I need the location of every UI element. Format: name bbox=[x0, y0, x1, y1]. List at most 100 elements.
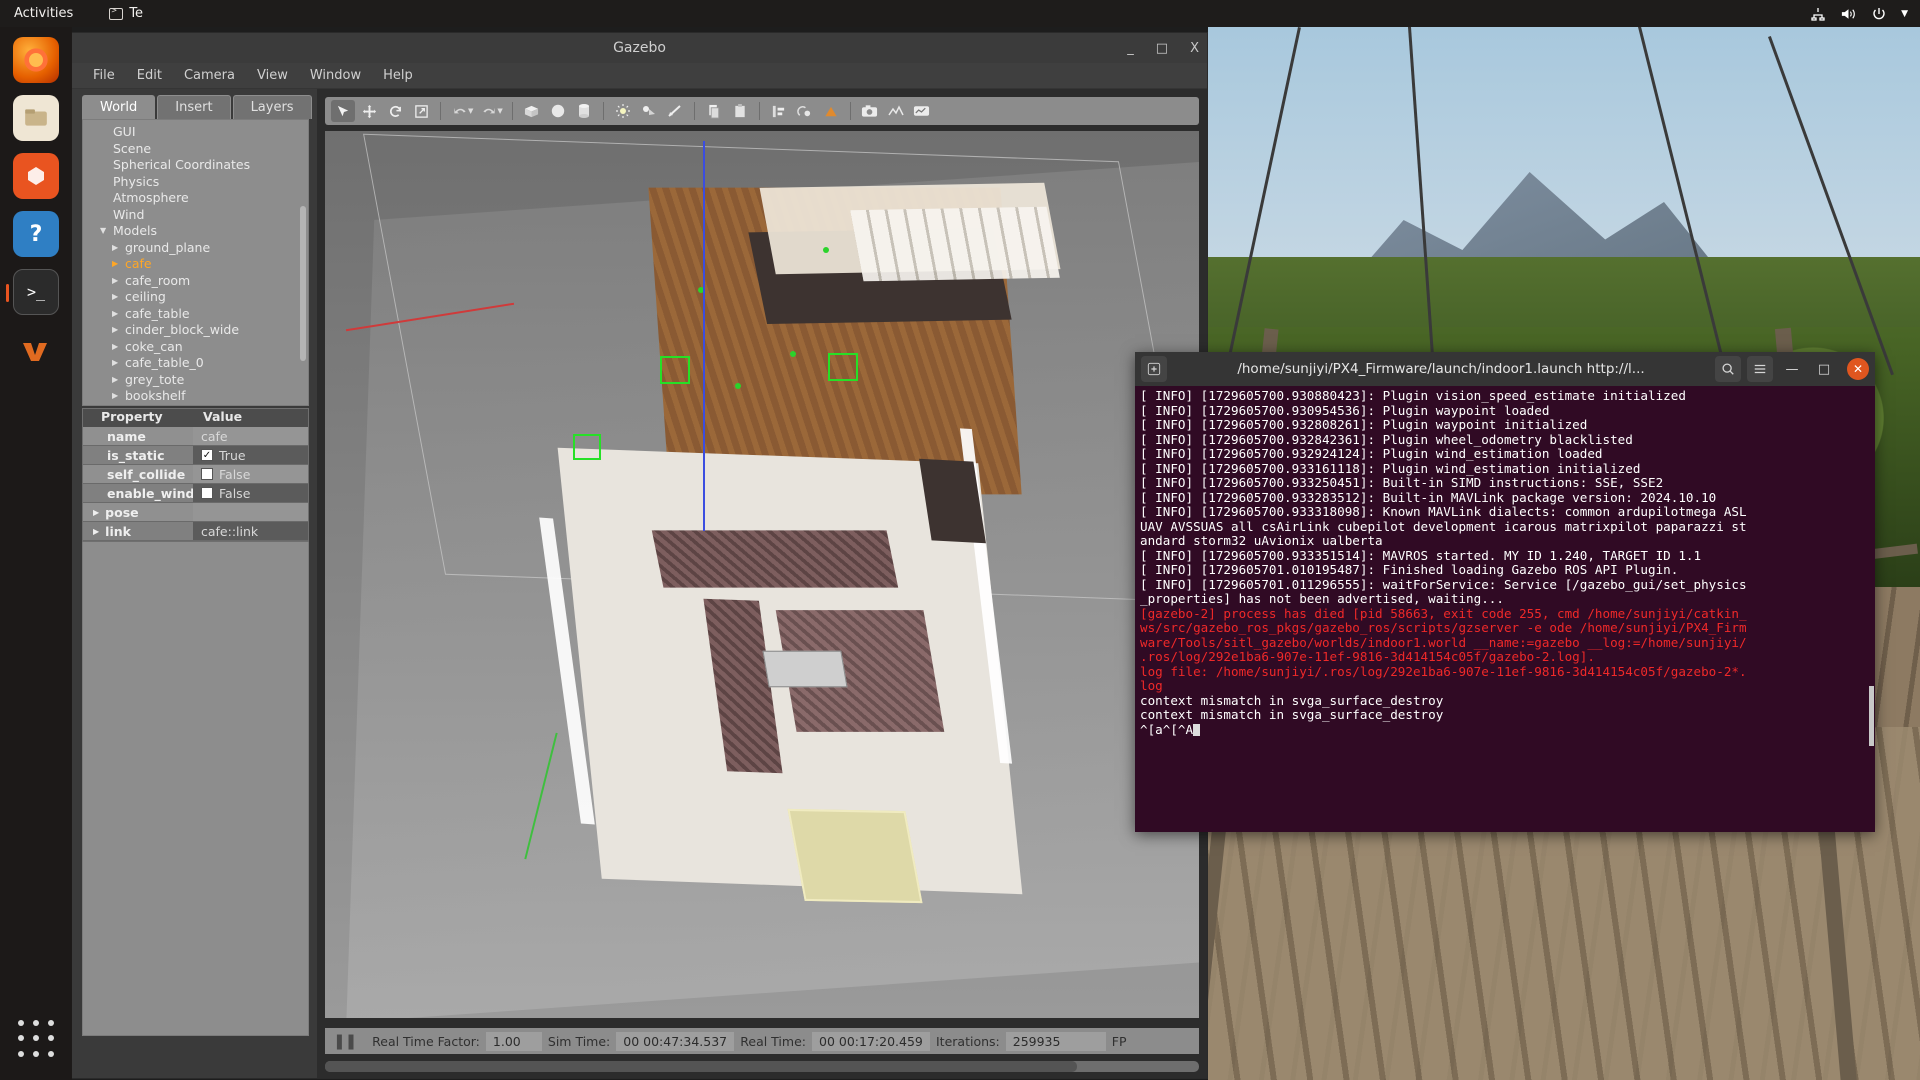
screenshot-icon[interactable] bbox=[858, 100, 882, 122]
chevron-right-icon[interactable]: ▶ bbox=[112, 306, 122, 323]
chevron-down-icon[interactable]: ▼ bbox=[468, 107, 473, 115]
chevron-right-icon[interactable]: ▶ bbox=[93, 527, 99, 536]
plot-icon[interactable] bbox=[910, 100, 934, 122]
property-value[interactable]: cafe bbox=[193, 427, 308, 445]
box-icon[interactable] bbox=[520, 100, 544, 122]
tree-item[interactable]: Spherical Coordinates bbox=[83, 157, 308, 174]
property-value[interactable]: cafe::link bbox=[193, 522, 308, 540]
tab-insert[interactable]: Insert bbox=[157, 95, 231, 119]
align-icon[interactable] bbox=[767, 100, 791, 122]
gazebo-close-button[interactable]: X bbox=[1190, 41, 1199, 56]
property-key[interactable]: ▶ link bbox=[83, 522, 193, 540]
chevron-right-icon[interactable]: ▶ bbox=[112, 256, 122, 273]
table-row[interactable]: enable_wind False bbox=[83, 484, 308, 503]
sphere-icon[interactable] bbox=[546, 100, 570, 122]
tree-item[interactable]: ▶ cafe_room bbox=[83, 273, 308, 290]
terminal-minimize-button[interactable]: — bbox=[1779, 356, 1805, 382]
tab-world[interactable]: World bbox=[82, 95, 156, 119]
menu-edit[interactable]: Edit bbox=[126, 66, 173, 85]
tree-item[interactable]: ▶ ground_plane bbox=[83, 240, 308, 257]
change-view-icon[interactable] bbox=[819, 100, 843, 122]
checkbox-checked[interactable]: ✓ bbox=[201, 449, 213, 461]
menu-help[interactable]: Help bbox=[372, 66, 424, 85]
world-tree[interactable]: GUI Scene Spherical Coordinates Physics … bbox=[82, 119, 309, 406]
dock-item-help[interactable]: ? bbox=[13, 211, 59, 257]
terminal-close-button[interactable]: ✕ bbox=[1847, 358, 1869, 380]
chevron-down-icon[interactable]: ▼ bbox=[1901, 9, 1908, 19]
focused-app-indicator[interactable]: Te bbox=[109, 6, 143, 21]
terminal-output[interactable]: [ INFO] [1729605700.930880423]: Plugin v… bbox=[1135, 386, 1875, 832]
tree-item[interactable]: ▶ cinder_block_wide bbox=[83, 322, 308, 339]
tree-item[interactable]: ▶ bookshelf bbox=[83, 388, 308, 405]
rotate-icon[interactable] bbox=[383, 100, 407, 122]
activities-button[interactable]: Activities bbox=[0, 6, 87, 21]
chevron-down-icon[interactable]: ▼ bbox=[100, 223, 110, 240]
snap-icon[interactable] bbox=[793, 100, 817, 122]
tree-item[interactable]: ▶ cafe_table_0 bbox=[83, 355, 308, 372]
spot-light-icon[interactable] bbox=[637, 100, 661, 122]
gazebo-horizontal-scrollbar[interactable] bbox=[325, 1061, 1199, 1072]
chevron-right-icon[interactable]: ▶ bbox=[93, 508, 99, 517]
property-key[interactable]: ▶ pose bbox=[83, 503, 193, 521]
chevron-right-icon[interactable]: ▶ bbox=[112, 322, 122, 339]
gazebo-maximize-button[interactable]: □ bbox=[1156, 41, 1168, 56]
tree-item[interactable]: GUI bbox=[83, 124, 308, 141]
property-value[interactable] bbox=[193, 503, 308, 521]
chevron-down-icon[interactable]: ▼ bbox=[497, 107, 502, 115]
copy-icon[interactable] bbox=[702, 100, 726, 122]
table-row[interactable]: is_static ✓ True bbox=[83, 446, 308, 465]
menu-file[interactable]: File bbox=[82, 66, 126, 85]
property-value[interactable]: False bbox=[193, 484, 308, 502]
gnome-system-indicators[interactable]: ▼ bbox=[1810, 6, 1920, 22]
tree-item[interactable]: ▶ ceiling bbox=[83, 289, 308, 306]
tree-item[interactable]: Atmosphere bbox=[83, 190, 308, 207]
select-icon[interactable] bbox=[331, 100, 355, 122]
terminal-maximize-button[interactable]: □ bbox=[1811, 356, 1837, 382]
chevron-right-icon[interactable]: ▶ bbox=[112, 240, 122, 257]
pause-icon[interactable]: ❚❚ bbox=[333, 1032, 357, 1050]
new-tab-icon[interactable] bbox=[1141, 356, 1167, 382]
table-row[interactable]: name cafe bbox=[83, 427, 308, 446]
show-applications-button[interactable] bbox=[15, 1020, 57, 1062]
dock-item-vmware[interactable] bbox=[13, 327, 59, 373]
tree-item[interactable]: ▶ coke_can bbox=[83, 339, 308, 356]
point-light-icon[interactable] bbox=[611, 100, 635, 122]
chevron-right-icon[interactable]: ▶ bbox=[112, 372, 122, 389]
translate-icon[interactable] bbox=[357, 100, 381, 122]
tree-scrollbar[interactable] bbox=[300, 206, 306, 361]
dock-item-firefox[interactable] bbox=[13, 37, 59, 83]
tree-item[interactable]: ▶bookshelf_clone bbox=[83, 405, 308, 406]
log-icon[interactable] bbox=[884, 100, 908, 122]
chevron-right-icon[interactable]: ▶ bbox=[112, 273, 122, 290]
chevron-right-icon[interactable]: ▶ bbox=[112, 388, 122, 405]
property-value[interactable]: ✓ True bbox=[193, 446, 308, 464]
tree-item[interactable]: Scene bbox=[83, 141, 308, 158]
menu-view[interactable]: View bbox=[246, 66, 299, 85]
scale-icon[interactable] bbox=[409, 100, 433, 122]
dock-item-files[interactable] bbox=[13, 95, 59, 141]
tree-item-models[interactable]: ▼ Models bbox=[83, 223, 308, 240]
menu-camera[interactable]: Camera bbox=[173, 66, 246, 85]
menu-window[interactable]: Window bbox=[299, 66, 372, 85]
checkbox-unchecked[interactable] bbox=[201, 487, 213, 499]
directional-light-icon[interactable] bbox=[663, 100, 687, 122]
hamburger-menu-icon[interactable] bbox=[1747, 356, 1773, 382]
gazebo-3d-scene[interactable] bbox=[325, 131, 1199, 1018]
chevron-right-icon[interactable]: ▶ bbox=[112, 405, 122, 406]
dock-item-software[interactable] bbox=[13, 153, 59, 199]
table-row[interactable]: ▶ link cafe::link bbox=[83, 522, 308, 541]
tab-layers[interactable]: Layers bbox=[232, 95, 312, 119]
tree-item[interactable]: ▶ grey_tote bbox=[83, 372, 308, 389]
tree-item[interactable]: ▶ cafe_table bbox=[83, 306, 308, 323]
search-icon[interactable] bbox=[1715, 356, 1741, 382]
terminal-scrollbar[interactable] bbox=[1869, 686, 1874, 746]
table-row[interactable]: ▶ pose bbox=[83, 503, 308, 522]
tree-item[interactable]: Wind bbox=[83, 207, 308, 224]
table-row[interactable]: self_collide False bbox=[83, 465, 308, 484]
property-value[interactable]: False bbox=[193, 465, 308, 483]
checkbox-unchecked[interactable] bbox=[201, 468, 213, 480]
tree-item[interactable]: Physics bbox=[83, 174, 308, 191]
paste-icon[interactable] bbox=[728, 100, 752, 122]
dock-item-terminal[interactable]: >_ bbox=[6, 269, 59, 315]
chevron-right-icon[interactable]: ▶ bbox=[112, 339, 122, 356]
